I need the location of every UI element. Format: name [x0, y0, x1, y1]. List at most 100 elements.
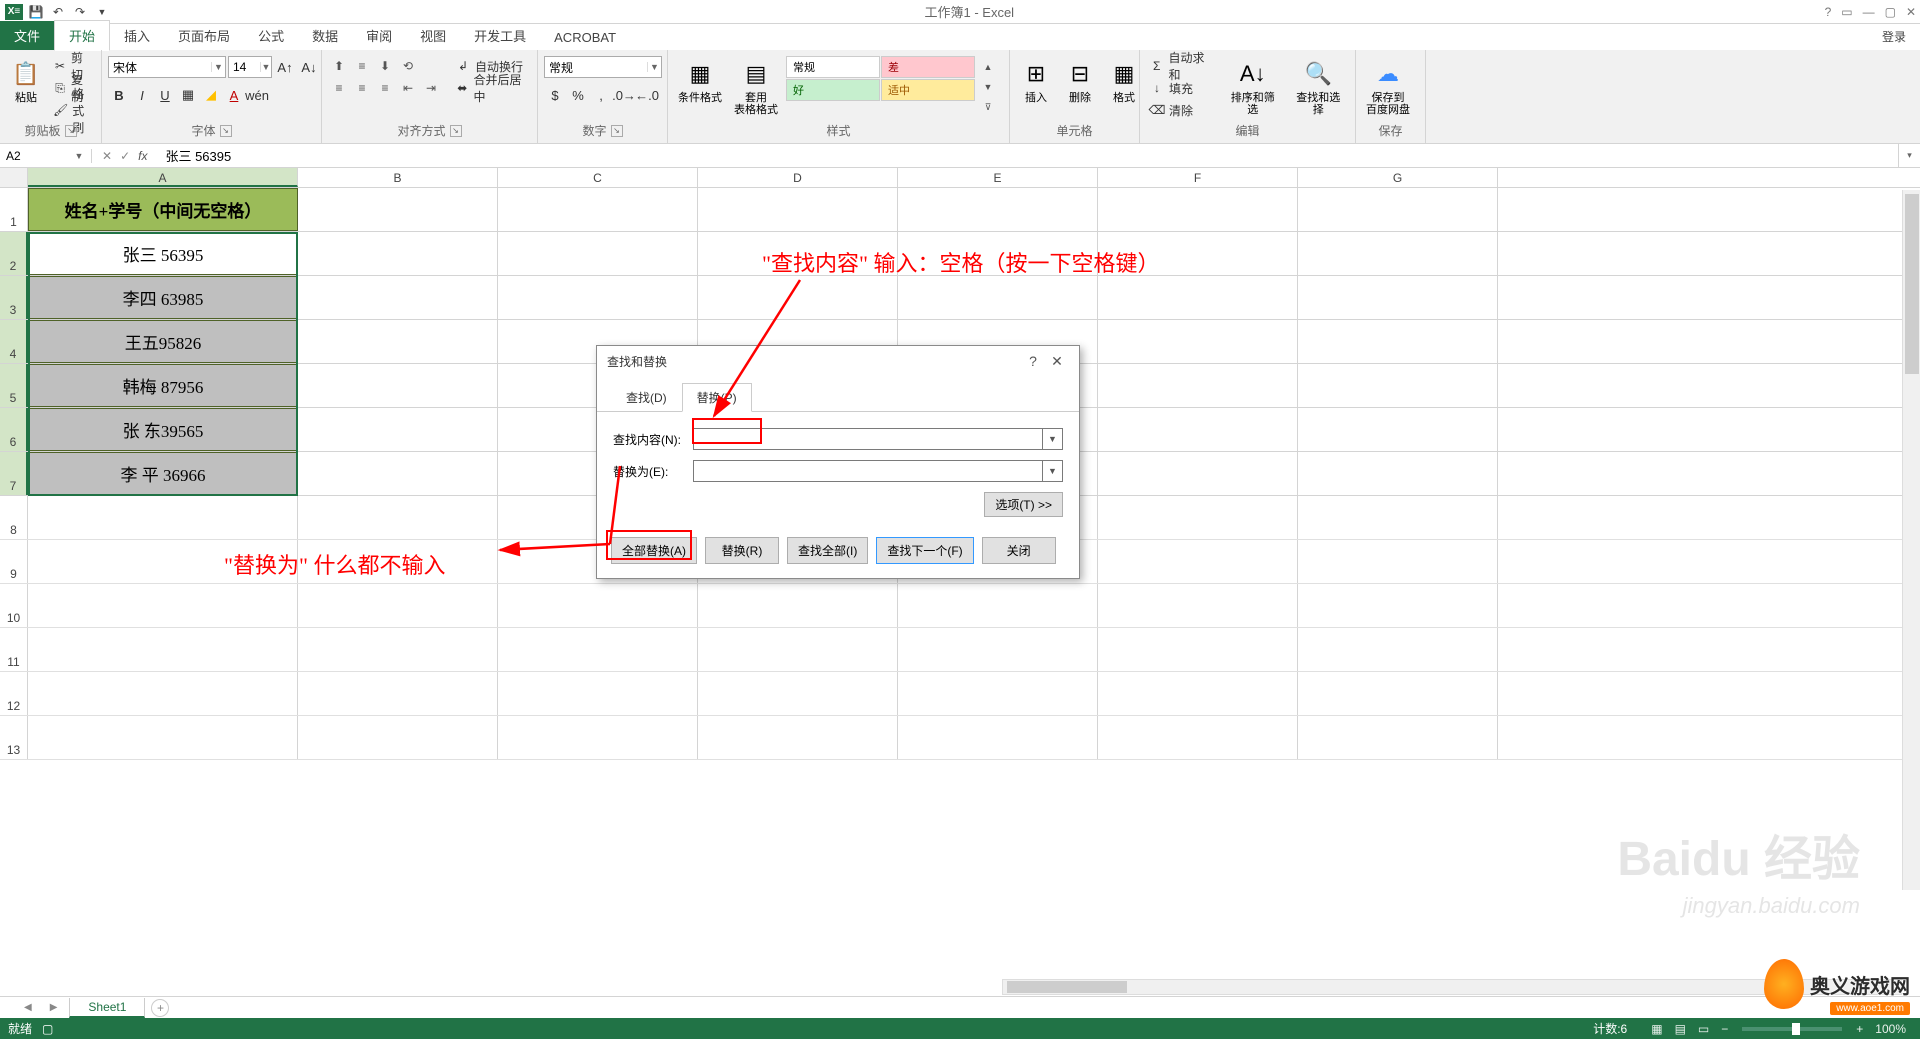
cell-a2[interactable]: 张三 56395 [28, 232, 298, 275]
scrollbar-thumb[interactable] [1007, 981, 1127, 993]
select-all-corner[interactable] [0, 168, 28, 187]
align-middle-icon[interactable]: ≡ [351, 56, 373, 76]
find-input[interactable] [693, 428, 1043, 450]
row-header-4[interactable]: 4 [0, 320, 28, 363]
phonetic-button[interactable]: wén [246, 84, 268, 106]
sort-filter-button[interactable]: A↓排序和筛选 [1222, 56, 1284, 118]
col-header-a[interactable]: A [28, 168, 298, 187]
zoom-in-icon[interactable]: + [1850, 1022, 1869, 1036]
login-link[interactable]: 登录 [1868, 23, 1920, 50]
row-header-7[interactable]: 7 [0, 452, 28, 495]
expand-formula-bar-icon[interactable]: ▾ [1898, 144, 1920, 167]
increase-decimal-icon[interactable]: .0→ [613, 84, 635, 106]
percent-icon[interactable]: % [567, 84, 589, 106]
style-bad[interactable]: 差 [881, 56, 975, 78]
conditional-format-button[interactable]: ▦条件格式 [674, 56, 726, 106]
cell-a7[interactable]: 李 平 36966 [28, 452, 298, 495]
col-header-c[interactable]: C [498, 168, 698, 187]
chevron-down-icon[interactable]: ▼ [211, 62, 225, 72]
table-format-button[interactable]: ▤套用 表格格式 [730, 56, 782, 118]
replace-dropdown-icon[interactable]: ▼ [1043, 460, 1063, 482]
font-size-combo[interactable]: ▼ [228, 56, 272, 78]
find-all-button[interactable]: 查找全部(I) [787, 537, 868, 564]
tab-replace[interactable]: 替换(P) [682, 383, 752, 412]
col-header-g[interactable]: G [1298, 168, 1498, 187]
sheet-nav-prev-icon[interactable]: ◀ [18, 1002, 38, 1013]
cell-a4[interactable]: 王五95826 [28, 320, 298, 363]
formula-input[interactable] [157, 148, 1898, 163]
view-normal-icon[interactable]: ▦ [1645, 1022, 1668, 1036]
row-header-12[interactable]: 12 [0, 672, 28, 715]
ribbon-collapse-icon[interactable]: ▭ [1841, 5, 1852, 19]
maximize-icon[interactable]: ▢ [1885, 5, 1896, 19]
find-select-button[interactable]: 🔍查找和选择 [1288, 56, 1350, 118]
align-center-icon[interactable]: ≡ [351, 78, 373, 98]
align-top-icon[interactable]: ⬆ [328, 56, 350, 76]
format-cells-button[interactable]: ▦格式 [1104, 56, 1144, 106]
enter-formula-icon[interactable]: ✓ [120, 149, 130, 163]
row-header-9[interactable]: 9 [0, 540, 28, 583]
options-button[interactable]: 选项(T) >> [984, 492, 1063, 517]
row-header-6[interactable]: 6 [0, 408, 28, 451]
col-header-f[interactable]: F [1098, 168, 1298, 187]
help-icon[interactable]: ? [1825, 5, 1832, 19]
col-header-b[interactable]: B [298, 168, 498, 187]
cancel-formula-icon[interactable]: ✕ [102, 149, 112, 163]
dialog-close-icon[interactable]: ✕ [1045, 349, 1069, 373]
view-layout-icon[interactable]: ▤ [1669, 1022, 1692, 1036]
decrease-decimal-icon[interactable]: ←.0 [636, 84, 658, 106]
replace-input[interactable] [693, 460, 1043, 482]
fill-color-button[interactable]: ◢ [200, 84, 222, 106]
tab-file[interactable]: 文件 [0, 21, 54, 50]
style-gallery-down-icon[interactable]: ▼ [977, 77, 999, 97]
align-launcher-icon[interactable]: ↘ [450, 125, 462, 137]
add-sheet-icon[interactable]: + [151, 999, 169, 1017]
col-header-e[interactable]: E [898, 168, 1098, 187]
replace-button[interactable]: 替换(R) [705, 537, 779, 564]
undo-icon[interactable]: ↶ [48, 2, 68, 22]
tab-view[interactable]: 视图 [406, 21, 460, 50]
increase-font-icon[interactable]: A↑ [274, 56, 296, 78]
close-button[interactable]: 关闭 [982, 537, 1056, 564]
chevron-down-icon[interactable]: ▼ [647, 62, 661, 72]
merge-center-button[interactable]: ⬌合并后居中 [452, 78, 531, 98]
tab-data[interactable]: 数据 [298, 21, 352, 50]
tab-insert[interactable]: 插入 [110, 21, 164, 50]
scrollbar-thumb[interactable] [1905, 194, 1919, 374]
currency-icon[interactable]: $ [544, 84, 566, 106]
increase-indent-icon[interactable]: ⇥ [420, 78, 442, 98]
border-button[interactable]: ▦ [177, 84, 199, 106]
insert-cells-button[interactable]: ⊞插入 [1016, 56, 1056, 106]
row-header-13[interactable]: 13 [0, 716, 28, 759]
clipboard-launcher-icon[interactable]: ↘ [65, 125, 77, 137]
tab-developer[interactable]: 开发工具 [460, 21, 540, 50]
comma-icon[interactable]: , [590, 84, 612, 106]
row-header-1[interactable]: 1 [0, 188, 28, 231]
delete-cells-button[interactable]: ⊟删除 [1060, 56, 1100, 106]
style-gallery-more-icon[interactable]: ⊽ [977, 97, 999, 117]
tab-find[interactable]: 查找(D) [611, 383, 682, 412]
find-dropdown-icon[interactable]: ▼ [1043, 428, 1063, 450]
dialog-help-icon[interactable]: ? [1021, 349, 1045, 373]
fill-button[interactable]: ↓填充 [1146, 78, 1218, 98]
view-pagebreak-icon[interactable]: ▭ [1692, 1022, 1715, 1036]
zoom-slider[interactable] [1742, 1027, 1842, 1031]
sheet-tab-sheet1[interactable]: Sheet1 [69, 998, 145, 1018]
number-format-combo[interactable]: ▼ [544, 56, 662, 78]
replace-all-button[interactable]: 全部替换(A) [611, 537, 697, 564]
clear-button[interactable]: ⌫清除 [1146, 100, 1218, 120]
align-left-icon[interactable]: ≡ [328, 78, 350, 98]
font-name-combo[interactable]: ▼ [108, 56, 226, 78]
cell-a1[interactable]: 姓名+学号（中间无空格） [28, 188, 298, 231]
cell-a5[interactable]: 韩梅 87956 [28, 364, 298, 407]
chevron-down-icon[interactable]: ▼ [70, 151, 88, 161]
row-header-5[interactable]: 5 [0, 364, 28, 407]
tab-page-layout[interactable]: 页面布局 [164, 21, 244, 50]
paste-button[interactable]: 📋 粘贴 [6, 56, 46, 106]
col-header-d[interactable]: D [698, 168, 898, 187]
orientation-icon[interactable]: ⟲ [397, 56, 419, 76]
decrease-indent-icon[interactable]: ⇤ [397, 78, 419, 98]
cell-a6[interactable]: 张 东39565 [28, 408, 298, 451]
minimize-icon[interactable]: — [1863, 5, 1875, 19]
tab-formulas[interactable]: 公式 [244, 21, 298, 50]
